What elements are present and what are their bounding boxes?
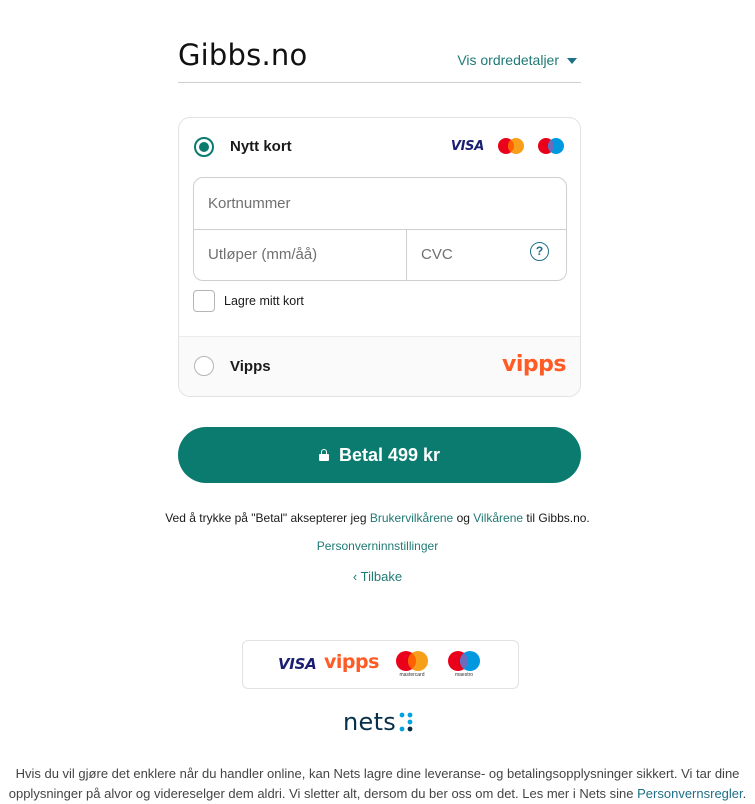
merchant-name: Gibbs.no xyxy=(178,38,308,72)
mastercard-logo-text: mastercard xyxy=(399,672,425,678)
pay-button[interactable]: Betal 499 kr xyxy=(178,427,581,483)
maestro-logo xyxy=(448,651,480,671)
pay-button-label: Betal 499 kr xyxy=(338,444,441,465)
card-option-label[interactable]: Nytt kort xyxy=(230,138,292,155)
cvc-input[interactable]: CVC xyxy=(421,246,453,263)
card-radio-button[interactable] xyxy=(194,137,214,157)
terms-prefix: Ved å trykke på "Betal" aksepterer jeg xyxy=(165,511,370,525)
nets-logo-text: nets xyxy=(343,708,397,736)
back-label: Tilbake xyxy=(360,569,403,584)
save-card-checkbox[interactable] xyxy=(193,290,215,312)
card-brand-icons: VISA xyxy=(451,138,564,154)
card-number-input[interactable]: Kortnummer xyxy=(208,195,291,212)
back-link[interactable]: ‹ Tilbake xyxy=(0,569,755,584)
accepted-payment-logos: VISA vipps mastercard maestro xyxy=(242,640,519,689)
expiry-input[interactable]: Utløper (mm/åå) xyxy=(208,246,317,263)
save-card-label[interactable]: Lagre mitt kort xyxy=(224,294,304,308)
terms-suffix: til Gibbs.no. xyxy=(523,511,590,525)
privacy-policy-link[interactable]: Personvernsregler xyxy=(637,786,743,801)
privacy-settings-link[interactable]: Personverninnstillinger xyxy=(0,539,755,553)
field-divider xyxy=(406,229,407,280)
vipps-option[interactable]: Vipps vipps xyxy=(179,336,580,396)
user-terms-link[interactable]: Brukervilkårene xyxy=(370,511,453,525)
checkout-header: Gibbs.no Vis ordredetaljer xyxy=(178,36,581,83)
terms-text: Ved å trykke på "Betal" aksepterer jeg B… xyxy=(0,511,755,525)
footer-privacy-text: Hvis du vil gjøre det enklere når du han… xyxy=(0,764,755,804)
visa-logo: VISA xyxy=(278,655,317,673)
order-details-toggle[interactable]: Vis ordredetaljer xyxy=(457,52,577,68)
field-divider xyxy=(194,229,566,230)
vipps-logo: vipps xyxy=(324,651,379,673)
maestro-logo-text: maestro xyxy=(454,672,474,678)
terms-link[interactable]: Vilkårene xyxy=(473,511,523,525)
card-details-form: Kortnummer Utløper (mm/åå) CVC ? xyxy=(193,177,567,281)
footer-end: . xyxy=(742,786,747,801)
vipps-option-label[interactable]: Vipps xyxy=(230,358,271,375)
help-icon[interactable]: ? xyxy=(530,242,549,261)
maestro-icon xyxy=(538,138,564,154)
chevron-left-icon: ‹ xyxy=(352,569,361,584)
vipps-radio-button[interactable] xyxy=(194,356,214,376)
terms-middle: og xyxy=(453,511,474,525)
order-details-label: Vis ordredetaljer xyxy=(457,52,559,68)
payment-options-panel: Nytt kort VISA Kortnummer Utløper (mm/åå… xyxy=(178,117,581,397)
footer-body: Hvis du vil gjøre det enklere når du han… xyxy=(8,766,740,801)
vipps-logo: vipps xyxy=(502,352,566,377)
lock-icon xyxy=(318,449,329,461)
mastercard-icon xyxy=(498,138,524,154)
nets-logo: nets xyxy=(343,708,413,736)
visa-icon: VISA xyxy=(450,138,484,154)
caret-down-icon xyxy=(567,58,577,64)
nets-dots-icon xyxy=(399,712,413,732)
mastercard-logo xyxy=(396,651,428,671)
